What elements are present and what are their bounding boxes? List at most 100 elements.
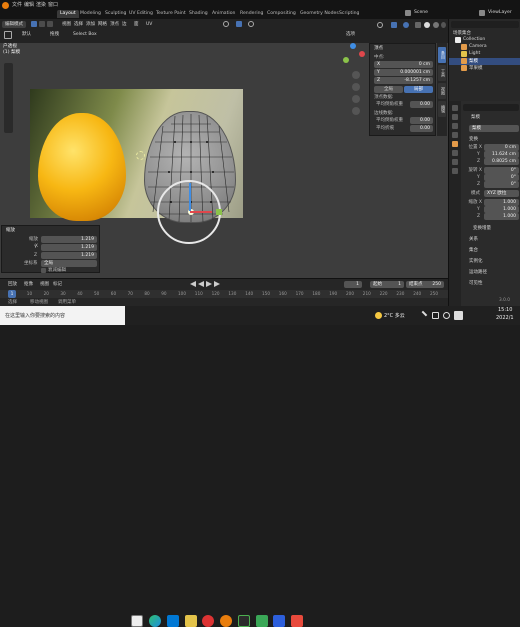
scene-selector[interactable]: Scene [414, 10, 428, 15]
light-object-icon[interactable] [136, 151, 145, 160]
outliner-row[interactable]: Light [449, 51, 520, 58]
modifier-tab-icon[interactable] [452, 150, 458, 156]
median-y-field[interactable]: Y 0.000001 cm [374, 69, 433, 76]
face-select-icon[interactable] [47, 21, 53, 27]
visibility-section[interactable]: 可见性 [469, 280, 483, 286]
properties-search[interactable] [463, 104, 519, 111]
overlay-toggle-icon[interactable] [403, 22, 409, 28]
tab-scripting[interactable]: Scripting [336, 10, 362, 18]
tab-compositing[interactable]: Compositing [264, 10, 299, 18]
network-icon[interactable] [432, 312, 439, 319]
gizmo-toggle-icon[interactable] [391, 22, 397, 28]
playhead[interactable]: 1 [8, 290, 16, 298]
scene-icon[interactable] [405, 10, 411, 16]
ime-icon[interactable] [454, 311, 463, 320]
outliner-search[interactable] [451, 21, 519, 28]
menu-view[interactable]: 视图 [62, 21, 71, 28]
start-frame-field[interactable]: 起始 1 [370, 281, 404, 288]
chevron-up-icon[interactable] [418, 310, 428, 320]
playback-menu[interactable]: 回放 [8, 281, 17, 287]
tab-view[interactable]: 视图 [438, 83, 446, 99]
music-app-icon[interactable] [202, 615, 214, 627]
viewlayer-icon[interactable] [479, 10, 485, 16]
material-shading-icon[interactable] [433, 22, 439, 28]
weather-text[interactable]: 2°C 多云 [384, 312, 405, 319]
outliner-row[interactable]: Camera [449, 44, 520, 51]
pivot-selector[interactable]: 拖拽 [50, 31, 59, 39]
tab-edit[interactable]: 编辑 [438, 101, 446, 117]
tab-layout[interactable]: Layout [57, 10, 79, 18]
options-button[interactable]: 选项 [346, 31, 355, 39]
proportional-edit-icon[interactable] [248, 21, 254, 27]
outliner-row[interactable]: 场景集合 [449, 30, 520, 37]
median-x-field[interactable]: X 0 cm [374, 61, 433, 68]
motion-paths-section[interactable]: 运动路径 [469, 269, 487, 275]
proportional-checkbox[interactable] [41, 268, 46, 273]
scale-x-field[interactable]: 1.000 [484, 199, 519, 206]
keying-menu[interactable]: 抠像 [24, 281, 33, 287]
render-tab-icon[interactable] [452, 114, 458, 120]
jump-start-icon[interactable] [190, 281, 196, 287]
pan-hand-icon[interactable] [352, 83, 360, 91]
current-frame-field[interactable]: 1 [344, 281, 362, 288]
mode-selector[interactable]: 编辑模式 [2, 21, 26, 28]
loc-z-field[interactable]: 0.8025 cm [484, 158, 519, 165]
camera-view-icon[interactable] [352, 95, 360, 103]
menu-face[interactable]: 面 [134, 21, 139, 28]
scale-z-field[interactable]: 1.219 [41, 252, 97, 259]
scene-tab-icon[interactable] [452, 132, 458, 138]
end-frame-field[interactable]: 结束点 250 [406, 281, 444, 288]
vertex-select-icon[interactable] [31, 21, 37, 27]
tool-tab-icon[interactable] [452, 105, 458, 111]
volume-icon[interactable] [443, 312, 450, 319]
snap-icon[interactable] [236, 21, 242, 27]
local-button[interactable]: 局部 [404, 86, 433, 93]
median-z-field[interactable]: Z -8.1257 cm [374, 77, 433, 84]
file-explorer-icon[interactable] [185, 615, 197, 627]
timeline-view-menu[interactable]: 视图 [40, 281, 49, 287]
tab-texture-paint[interactable]: Texture Paint [153, 10, 189, 18]
material-tab-icon[interactable] [452, 168, 458, 174]
loc-y-field[interactable]: 11.624 cm [484, 151, 519, 158]
x-axis-handle[interactable] [190, 211, 212, 213]
edge-select-icon[interactable] [39, 21, 45, 27]
menu-uv[interactable]: UV [146, 21, 152, 28]
object-name-field[interactable]: 梨模 [469, 125, 519, 132]
3d-viewport[interactable]: 户透视 (1) 梨模 顶点 中点: X 0 cm Y 0.000001 cm Z… [0, 43, 448, 278]
tab-item[interactable]: 条目 [438, 47, 446, 63]
scale-y-field[interactable]: 1.219 [41, 244, 97, 251]
output-tab-icon[interactable] [452, 123, 458, 129]
tab-animation[interactable]: Animation [209, 10, 238, 18]
menu-add[interactable]: 添加 [86, 21, 95, 28]
xray-icon[interactable] [415, 22, 421, 28]
collections-section[interactable]: 集合 [469, 247, 478, 253]
navigation-gizmo[interactable] [341, 43, 365, 67]
menu-vertex[interactable]: 顶点 [110, 21, 119, 28]
select-box-label[interactable]: Select Box [73, 31, 97, 39]
scale-y-field[interactable]: 1.000 [484, 206, 519, 213]
red-app-icon[interactable] [291, 615, 303, 627]
blender-logo-icon[interactable] [2, 2, 9, 9]
orientation-selector[interactable]: 默认 [22, 31, 31, 39]
tab-uv-editing[interactable]: UV Editing [126, 10, 156, 18]
store-icon[interactable] [167, 615, 179, 627]
clock-time[interactable]: 15:10 [498, 307, 512, 313]
zoom-icon[interactable] [352, 71, 360, 79]
rot-z-field[interactable]: 0° [484, 181, 519, 188]
menu-edit[interactable]: 编辑 [24, 2, 34, 9]
wechat-icon[interactable] [238, 615, 250, 627]
rotation-mode-dropdown[interactable]: XYZ 欧拉 [484, 190, 519, 197]
menu-file[interactable]: 文件 [12, 2, 22, 9]
viewlayer-selector[interactable]: ViewLayer [488, 10, 512, 15]
weather-icon[interactable] [375, 312, 382, 319]
scale-x-field[interactable]: 1.219 [41, 236, 97, 243]
tab-shading[interactable]: Shading [186, 10, 211, 18]
transform-pivot-icon[interactable] [223, 21, 229, 27]
x-axis-icon[interactable] [359, 51, 365, 57]
relations-section[interactable]: 关系 [469, 236, 478, 242]
tab-rendering[interactable]: Rendering [237, 10, 266, 18]
orientation-dropdown[interactable]: 全局 [41, 260, 97, 267]
solid-shading-icon[interactable] [424, 22, 430, 28]
scale-z-field[interactable]: 1.000 [484, 213, 519, 220]
menu-edge[interactable]: 边 [122, 21, 127, 28]
